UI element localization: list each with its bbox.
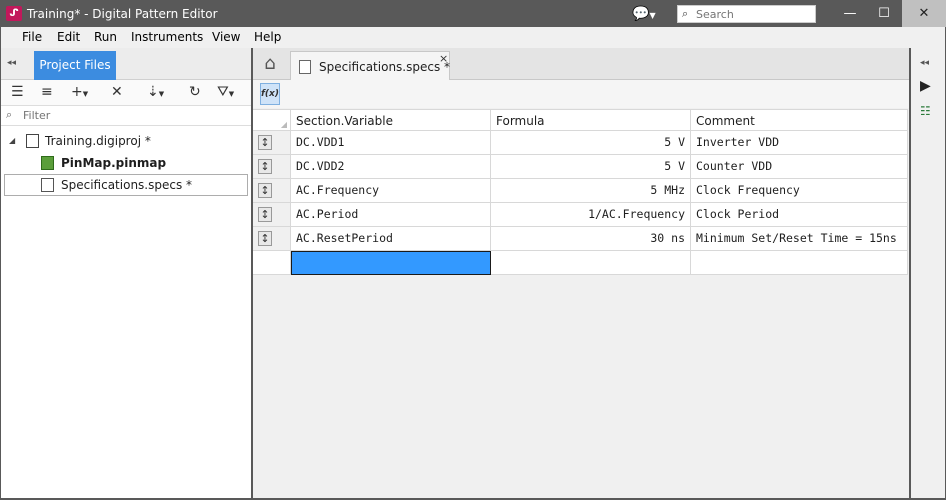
tree-item-label: Training.digiproj * — [45, 134, 151, 148]
variable-cell[interactable]: AC.Frequency — [291, 179, 491, 203]
filter-icon[interactable]: ⛛▼ — [217, 84, 234, 102]
filter-input[interactable] — [23, 108, 223, 123]
collapse-left-icon[interactable]: ◂◂ — [7, 58, 16, 68]
menu-edit[interactable]: Edit — [57, 30, 80, 44]
comment-cell[interactable]: Counter VDD — [691, 155, 908, 179]
editor-area: ⌂ Specifications.specs * × f(x) ◢ Sectio… — [253, 48, 909, 498]
row-drag-icon[interactable]: ↕ — [258, 135, 272, 150]
filter-search-icon: ⌕ — [6, 108, 13, 121]
maximize-button[interactable]: ☐ — [868, 0, 900, 27]
formula-cell[interactable]: 1/AC.Frequency — [491, 203, 691, 227]
search-box[interactable]: ⌕ — [677, 5, 816, 23]
delete-icon[interactable]: ✕ — [111, 84, 123, 100]
tree-item-project[interactable]: ◢ Training.digiproj * — [4, 130, 248, 152]
comment-cell[interactable]: Minimum Set/Reset Time = 15ns — [691, 227, 908, 251]
menu-instruments[interactable]: Instruments — [131, 30, 203, 44]
row-header[interactable]: ↕ — [253, 155, 291, 179]
tree-item-label: PinMap.pinmap — [61, 156, 167, 170]
menu-view[interactable]: View — [212, 30, 240, 44]
new-comment-cell[interactable] — [691, 251, 908, 275]
run-icon[interactable]: ▶ — [920, 78, 931, 94]
tab-label: Specifications.specs * — [319, 60, 451, 74]
row-header[interactable]: ↕ — [253, 227, 291, 251]
collapse-right-icon[interactable]: ◂◂ — [920, 58, 929, 68]
row-header[interactable]: ↕ — [253, 203, 291, 227]
panel-tab-strip: ◂◂ Project Files — [1, 48, 251, 80]
new-row-header[interactable] — [253, 251, 291, 275]
variable-cell[interactable]: AC.ResetPeriod — [291, 227, 491, 251]
add-icon[interactable]: +▼ — [71, 84, 88, 102]
formula-cell[interactable]: 30 ns — [491, 227, 691, 251]
row-drag-icon[interactable]: ↕ — [258, 207, 272, 222]
editor-tab-strip: ⌂ Specifications.specs * × — [253, 48, 909, 81]
new-formula-cell[interactable] — [491, 251, 691, 275]
right-side-panel: ◂◂ ▶ ☷ — [911, 48, 945, 498]
tree-item-label: Specifications.specs * — [61, 178, 193, 192]
column-header-variable[interactable]: Section.Variable — [291, 109, 491, 131]
variable-cell[interactable]: DC.VDD2 — [291, 155, 491, 179]
specs-icon — [41, 178, 54, 192]
tab-specifications[interactable]: Specifications.specs * × — [290, 51, 450, 81]
expand-all-icon[interactable]: ☰ — [11, 84, 24, 100]
app-logo-icon: ᔑ — [6, 6, 22, 21]
menu-bar: File Edit Run Instruments View Help — [1, 27, 945, 48]
formula-cell[interactable]: 5 V — [491, 131, 691, 155]
specs-icon — [299, 60, 311, 74]
new-variable-cell[interactable] — [291, 251, 491, 275]
row-header[interactable]: ↕ — [253, 179, 291, 203]
refresh-icon[interactable]: ↻ — [189, 84, 201, 100]
specs-grid: ◢ Section.Variable Formula Comment ↕ DC.… — [253, 108, 909, 278]
variable-cell[interactable]: AC.Period — [291, 203, 491, 227]
formula-toggle-button[interactable]: f(x) — [260, 83, 280, 105]
formula-cell[interactable]: 5 MHz — [491, 179, 691, 203]
row-drag-icon[interactable]: ↕ — [258, 159, 272, 174]
pins-icon[interactable]: ☷ — [920, 104, 931, 118]
pinmap-icon — [41, 156, 54, 170]
row-drag-icon[interactable]: ↕ — [258, 231, 272, 246]
comment-cell[interactable]: Inverter VDD — [691, 131, 908, 155]
comment-cell[interactable]: Clock Frequency — [691, 179, 908, 203]
title-bar: ᔑ Training* - Digital Pattern Editor 💬▼ … — [0, 0, 946, 27]
tab-close-icon[interactable]: × — [439, 52, 448, 65]
menu-run[interactable]: Run — [94, 30, 117, 44]
project-icon — [26, 134, 39, 148]
row-drag-icon[interactable]: ↕ — [258, 183, 272, 198]
variable-cell[interactable]: DC.VDD1 — [291, 131, 491, 155]
tree-item-specifications[interactable]: Specifications.specs * — [4, 174, 248, 196]
collapse-all-icon[interactable]: ≡ — [41, 84, 53, 100]
comment-cell[interactable]: Clock Period — [691, 203, 908, 227]
search-input[interactable] — [696, 7, 811, 21]
tab-project-files[interactable]: Project Files — [34, 51, 116, 80]
editor-toolbar: f(x) — [253, 80, 909, 108]
formula-cell[interactable]: 5 V — [491, 155, 691, 179]
grid-corner[interactable]: ◢ — [253, 109, 291, 131]
column-header-formula[interactable]: Formula — [491, 109, 691, 131]
sort-icon[interactable]: ⇣▼ — [147, 84, 164, 102]
close-button[interactable]: ✕ — [902, 0, 946, 27]
expand-arrow-icon[interactable]: ◢ — [9, 130, 15, 152]
project-toolbar: ☰ ≡ +▼ ✕ ⇣▼ ↻ ⛛▼ — [1, 80, 251, 106]
search-icon: ⌕ — [682, 7, 689, 20]
menu-file[interactable]: File — [22, 30, 42, 44]
column-header-comment[interactable]: Comment — [691, 109, 908, 131]
menu-help[interactable]: Help — [254, 30, 281, 44]
filter-box[interactable]: ⌕ — [1, 106, 251, 126]
home-icon[interactable]: ⌂ — [257, 52, 283, 78]
minimize-button[interactable]: — — [834, 0, 866, 27]
feedback-icon[interactable]: 💬▼ — [632, 5, 658, 23]
tree-item-pinmap[interactable]: PinMap.pinmap — [4, 152, 248, 174]
project-files-panel: ◂◂ Project Files ☰ ≡ +▼ ✕ ⇣▼ ↻ ⛛▼ ⌕ ◢ Tr… — [1, 48, 251, 498]
row-header[interactable]: ↕ — [253, 131, 291, 155]
window-title: Training* - Digital Pattern Editor — [27, 7, 218, 21]
